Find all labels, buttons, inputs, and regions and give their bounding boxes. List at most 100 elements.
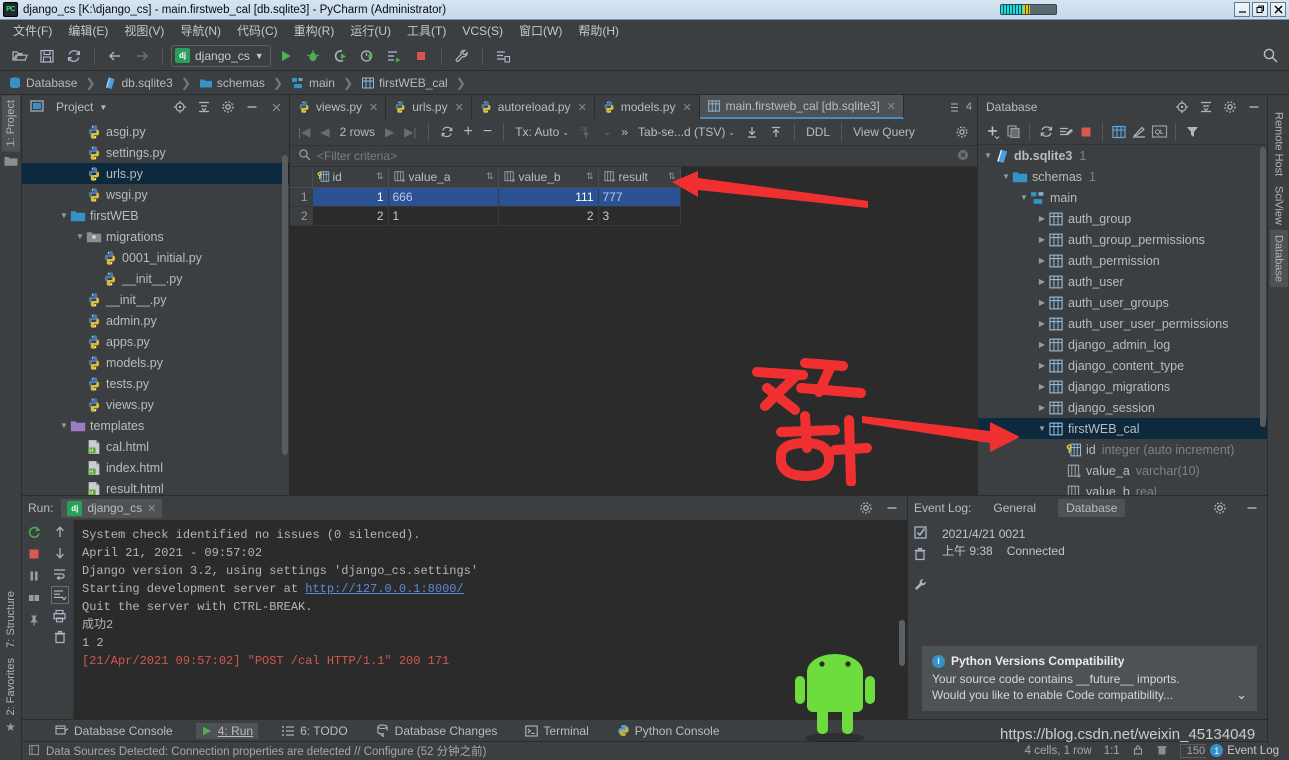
breadcrumb-item-table[interactable]: firstWEB_cal ❯ [359, 76, 472, 90]
ddl-button[interactable]: DDL [802, 123, 834, 141]
tree-expand-arrow[interactable]: ▶ [1036, 382, 1048, 391]
sql-console-icon[interactable]: QL [1150, 123, 1168, 141]
database-tree-item[interactable]: ▶ django_migrations [978, 376, 1267, 397]
editor-tabs-overflow[interactable]: 4 [945, 95, 977, 119]
tool-window-database-changes[interactable]: Database Changes [371, 723, 503, 739]
tree-expand-arrow[interactable]: ▶ [1036, 319, 1048, 328]
tree-expand-arrow[interactable]: ▶ [1036, 340, 1048, 349]
database-tree-item[interactable]: ▼ schemas 1 [978, 166, 1267, 187]
settings-icon[interactable] [951, 123, 973, 141]
tree-expand-arrow[interactable]: ▼ [982, 151, 994, 160]
tree-expand-arrow[interactable]: ▶ [1036, 277, 1048, 286]
editor-tab[interactable]: urls.py ✕ [386, 95, 472, 119]
tree-expand-arrow[interactable]: ▼ [1036, 424, 1048, 433]
grid-column-header[interactable]: value_b ⇅ [498, 167, 599, 188]
tree-expand-arrow[interactable]: ▼ [74, 232, 86, 241]
wrench-icon[interactable] [450, 44, 474, 68]
settings-wrench-icon[interactable] [911, 575, 929, 593]
database-tree-item[interactable]: ▶ auth_permission [978, 250, 1267, 271]
grid-column-header[interactable]: value_a ⇅ [388, 167, 499, 188]
refresh-icon[interactable] [1037, 123, 1055, 141]
menu-item-tools[interactable]: 工具(T) [400, 20, 453, 41]
sidebar-item-remote-host[interactable]: Remote Host [1270, 107, 1288, 181]
mark-read-icon[interactable] [911, 523, 929, 541]
grid-cell[interactable]: 2 [498, 206, 599, 226]
grid-row[interactable]: 22123 [290, 206, 681, 226]
grid-cell[interactable]: 1 [312, 187, 389, 207]
project-tree-item[interactable]: models.py [22, 352, 289, 373]
scroll-to-end-icon[interactable] [50, 586, 69, 604]
database-tree-item[interactable]: ▶ django_admin_log [978, 334, 1267, 355]
tree-expand-arrow[interactable]: ▼ [1018, 193, 1030, 202]
close-icon[interactable]: ✕ [578, 101, 587, 114]
database-tree-scrollbar[interactable] [1260, 147, 1266, 427]
view-query-button[interactable]: View Query [849, 123, 919, 141]
breadcrumb-item-main[interactable]: main ❯ [289, 76, 359, 90]
duplicate-icon[interactable] [1004, 123, 1022, 141]
profile-icon[interactable] [355, 44, 379, 68]
tree-expand-arrow[interactable]: ▶ [1036, 256, 1048, 265]
tool-window-python-console[interactable]: Python Console [612, 723, 725, 739]
close-icon[interactable] [267, 98, 285, 116]
import-icon[interactable] [741, 123, 763, 141]
database-tree-item[interactable]: ▶ auth_group_permissions [978, 229, 1267, 250]
menu-item-window[interactable]: 窗口(W) [512, 20, 569, 41]
database-tree-item[interactable]: ▼ firstWEB_cal [978, 418, 1267, 439]
project-tree-item[interactable]: settings.py [22, 142, 289, 163]
hide-icon[interactable] [1243, 499, 1261, 517]
project-tree-item[interactable]: __init__.py [22, 289, 289, 310]
filter-bar[interactable]: <Filter criteria> [290, 145, 977, 167]
tool-window-database-console[interactable]: Database Console [50, 723, 178, 739]
project-tree-item[interactable]: Hcal.html [22, 436, 289, 457]
search-icon[interactable] [1262, 47, 1279, 67]
modify-icon[interactable] [1130, 123, 1148, 141]
clear-all-icon[interactable] [51, 628, 69, 646]
project-tree-item[interactable]: ▼ firstWEB [22, 205, 289, 226]
project-tree-item[interactable]: ▼ templates [22, 415, 289, 436]
settings-icon[interactable] [857, 499, 875, 517]
event-log-status-chip[interactable]: 1 Event Log [1206, 743, 1283, 758]
hide-icon[interactable] [883, 499, 901, 517]
run-configuration-selector[interactable]: dj django_cs ▼ [171, 44, 271, 67]
grid-cell[interactable]: 1 [388, 206, 499, 226]
database-tree-item[interactable]: ▶ auth_user_user_permissions [978, 313, 1267, 334]
menu-item-edit[interactable]: 编辑(E) [61, 20, 115, 41]
project-tree-item[interactable]: urls.py [22, 163, 289, 184]
output-format-selector[interactable]: Tab-se...d (TSV) ⌄ [634, 123, 739, 141]
close-icon[interactable]: ✕ [455, 101, 464, 114]
event-log-tab-general[interactable]: General [985, 499, 1044, 517]
project-tree-item[interactable]: apps.py [22, 331, 289, 352]
editor-tab[interactable]: autoreload.py ✕ [472, 95, 595, 119]
menu-item-code[interactable]: 代码(C) [230, 20, 285, 41]
console-scrollbar[interactable] [899, 620, 905, 666]
status-caret-position[interactable]: 1:1 [1104, 745, 1120, 757]
project-tree-item[interactable]: __init__.py [22, 268, 289, 289]
last-page-button[interactable]: ▶| [400, 123, 420, 141]
breadcrumb-item-schemas[interactable]: schemas ❯ [197, 76, 289, 90]
filter-icon[interactable] [1183, 123, 1201, 141]
project-tree-item[interactable]: 0001_initial.py [22, 247, 289, 268]
sort-marker-icon[interactable]: ⇅ [486, 171, 494, 182]
tree-expand-arrow[interactable]: ▼ [1000, 172, 1012, 181]
sync-icon[interactable] [62, 44, 86, 68]
grid-cell[interactable]: 2 [312, 206, 389, 226]
scroll-down-icon[interactable] [51, 544, 69, 562]
project-tree-item[interactable]: Hindex.html [22, 457, 289, 478]
next-page-button[interactable]: ▶ [381, 123, 398, 141]
prev-page-button[interactable]: ◀ [316, 123, 333, 141]
grid-cell[interactable]: 666 [388, 187, 499, 207]
scroll-up-icon[interactable] [51, 523, 69, 541]
first-page-button[interactable]: |◀ [294, 123, 314, 141]
breadcrumb-item-sqlite[interactable]: db.sqlite3 ❯ [101, 76, 196, 90]
chevron-down-icon[interactable]: ⌄ [1236, 687, 1247, 703]
grid-cell[interactable]: 3 [598, 206, 681, 226]
hide-icon[interactable] [1245, 98, 1263, 116]
pin-icon[interactable] [25, 611, 43, 629]
sort-marker-icon[interactable]: ⇅ [376, 171, 384, 182]
settings-icon[interactable] [1211, 499, 1229, 517]
project-tree[interactable]: asgi.py settings.py urls.py wsgi.py ▼ firstWE… [22, 119, 289, 495]
database-tree-item[interactable]: ▼ db.sqlite3 1 [978, 145, 1267, 166]
tree-expand-arrow[interactable]: ▶ [1036, 403, 1048, 412]
sidebar-item-sciview[interactable]: SciView [1270, 181, 1288, 230]
stop-icon[interactable] [409, 44, 433, 68]
